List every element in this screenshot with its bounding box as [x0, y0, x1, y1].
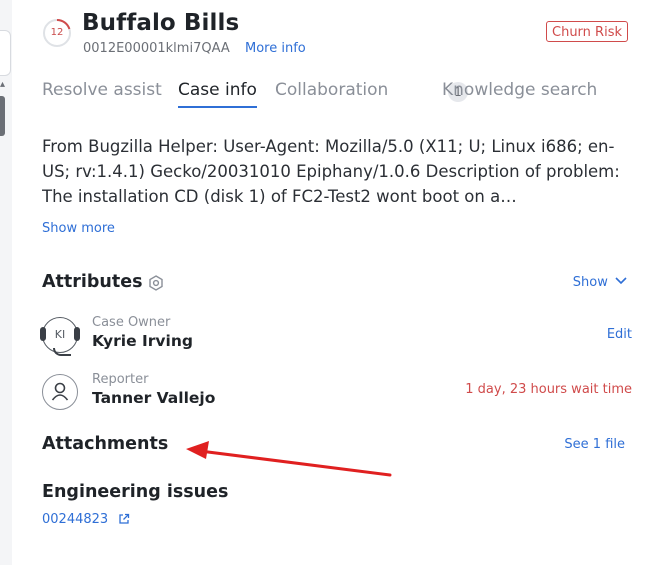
caret-icon: ▴ [0, 79, 6, 90]
engineering-issue-id: 00244823 [42, 512, 109, 527]
case-owner-row: KI Case Owner Kyrie Irving Edit [40, 315, 632, 356]
show-more-link[interactable]: Show more [42, 221, 115, 236]
case-id: 0012E00001klmi7QAA [83, 41, 230, 56]
tab-case-info-label: Case info [178, 80, 257, 100]
tab-case-info[interactable]: Case info [178, 80, 257, 108]
headset-mic [53, 348, 71, 356]
case-owner-avatar: KI [40, 317, 80, 356]
tab-resolve-assist[interactable]: Resolve assist [42, 80, 162, 100]
account-title: Buffalo Bills [82, 10, 240, 36]
case-header: 12 Buffalo Bills 0012E00001klmi7QAA More… [42, 10, 632, 62]
left-rail: ▴ [0, 0, 12, 565]
churn-risk-badge: Churn Risk [546, 21, 628, 42]
tab-knowledge-search[interactable]: Knowledge search [442, 80, 597, 100]
case-owner-name: Kyrie Irving [92, 332, 193, 350]
panel-resize-handle[interactable] [0, 96, 5, 136]
attachments-heading: Attachments [42, 434, 169, 454]
chevron-down-icon [615, 277, 627, 285]
sla-ring: 12 [42, 18, 72, 48]
see-files-link[interactable]: See 1 file [564, 437, 625, 452]
settings-hexagon-icon[interactable] [148, 275, 164, 291]
headset-earpiece-right [74, 327, 80, 341]
external-link-icon [119, 513, 130, 524]
edit-owner-link[interactable]: Edit [607, 327, 632, 342]
attributes-show-label: Show [572, 275, 608, 290]
engineering-issue-link[interactable]: 00244823 [42, 512, 130, 527]
wait-time: 1 day, 23 hours wait time [465, 382, 632, 397]
reporter-row: Reporter Tanner Vallejo 1 day, 23 hours … [42, 372, 632, 412]
case-tabs: Resolve assist Case info Collaboration 1… [42, 80, 642, 110]
case-owner-label: Case Owner [92, 315, 171, 330]
tab-collaboration[interactable]: Collaboration [275, 80, 388, 100]
case-description: From Bugzilla Helper: User-Agent: Mozill… [42, 137, 620, 206]
attributes-heading: Attributes [42, 272, 143, 292]
panel-collapse-tab[interactable] [0, 30, 11, 76]
attributes-show-toggle[interactable]: Show [573, 275, 627, 290]
sla-count: 12 [50, 27, 64, 38]
user-icon [51, 382, 69, 401]
active-tab-indicator [178, 106, 257, 108]
more-info-link[interactable]: More info [245, 41, 306, 56]
reporter-label: Reporter [92, 372, 149, 387]
reporter-name: Tanner Vallejo [92, 389, 216, 407]
reporter-avatar [42, 374, 78, 410]
headset-icon [40, 327, 46, 341]
engineering-issues-heading: Engineering issues [42, 482, 229, 502]
case-owner-initials: KI [54, 328, 66, 341]
